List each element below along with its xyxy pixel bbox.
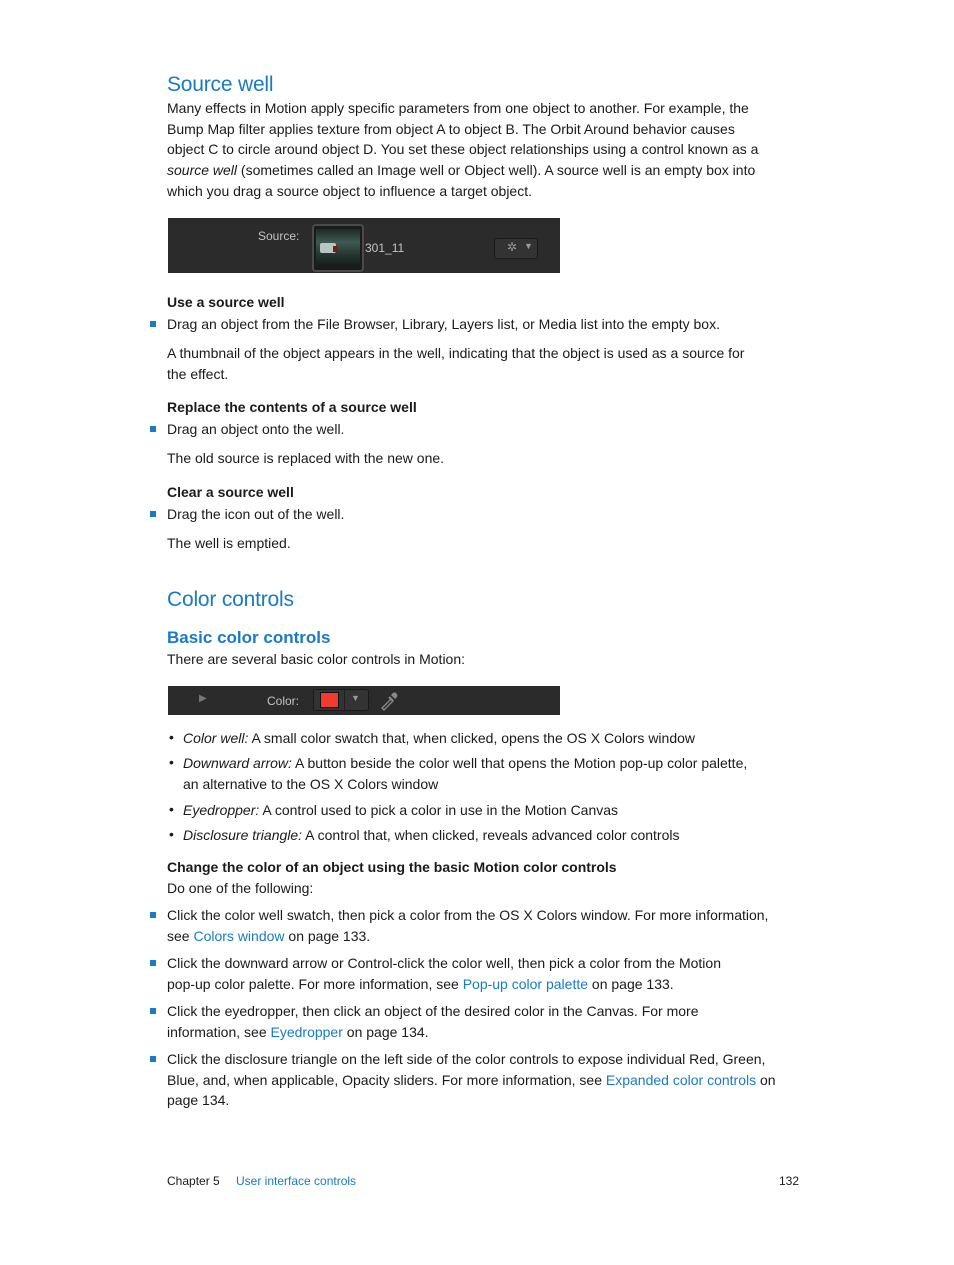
step-line: Click the color well swatch, then pick a…	[167, 907, 769, 923]
task-result: The old source is replaced with the new …	[167, 450, 445, 466]
step-text: on page 133.	[588, 975, 674, 992]
step-item: Click the disclosure triangle on the lef…	[167, 1049, 807, 1111]
intro-line: Bump Map filter applies texture from obj…	[167, 120, 735, 137]
bullet-square-icon	[150, 1008, 156, 1014]
task-result: The well is emptied.	[167, 535, 291, 551]
step-item: Click the downward arrow or Control-clic…	[167, 953, 807, 994]
step-item: Click the eyedropper, then click an obje…	[167, 1001, 807, 1042]
source-name: 301_11	[365, 241, 405, 255]
definition-term: Downward arrow:	[183, 755, 292, 771]
task-intro: Do one of the following:	[167, 880, 314, 896]
bullet-dot-icon: •	[169, 729, 174, 745]
step-text: on page 134.	[342, 1023, 429, 1040]
bullet-square-icon	[150, 960, 156, 966]
gear-icon: ✲	[507, 240, 518, 254]
definition-term: Color well:	[183, 730, 249, 746]
bullet-square-icon	[150, 912, 156, 918]
result-line: A thumbnail of the object appears in the…	[167, 345, 745, 361]
step-line: Blue, and, when applicable, Opacity slid…	[167, 1070, 807, 1091]
color-well-control: ▼	[313, 689, 369, 711]
task-heading: Replace the contents of a source well	[167, 399, 417, 415]
step-line: Click the eyedropper, then click an obje…	[167, 1003, 699, 1019]
task-result: A thumbnail of the object appears in the…	[167, 343, 807, 384]
definition-text: an alternative to the OS X Colors window	[183, 775, 439, 792]
step-text: on	[756, 1071, 776, 1088]
source-well[interactable]	[312, 224, 364, 272]
task-step: Drag an object onto the well.	[167, 421, 345, 437]
task-heading: Change the color of an object using the …	[167, 859, 617, 875]
term-source-well: source well	[167, 162, 238, 179]
step-line: see Colors window on page 133.	[167, 926, 807, 947]
intro-line: which you drag a source object to influe…	[167, 182, 532, 199]
definition-item: Disclosure triangle: A control that, whe…	[183, 825, 823, 846]
bullet-square-icon	[150, 511, 156, 517]
bullet-square-icon	[150, 321, 156, 327]
thumbnail-taillight	[333, 246, 337, 252]
definition-text: A button beside the color well that open…	[291, 755, 748, 771]
footer-chapter-link[interactable]: User interface controls	[236, 1174, 356, 1188]
intro-line: source well (sometimes called an Image w…	[167, 160, 807, 181]
step-line: Click the disclosure triangle on the lef…	[167, 1051, 766, 1067]
page-number: 132	[779, 1174, 800, 1188]
link-expanded-color-controls[interactable]: Expanded color controls	[606, 1072, 756, 1088]
step-text: see	[167, 927, 194, 944]
source-label: Source:	[258, 229, 300, 243]
source-well-panel: Source: 301_11 ✲ ▼	[168, 218, 560, 273]
step-text: information, see	[167, 1023, 271, 1040]
step-text: Blue, and, when applicable, Opacity slid…	[167, 1071, 606, 1088]
task-step: Drag an object from the File Browser, Li…	[167, 316, 720, 332]
triangle-down-icon: ▼	[524, 241, 533, 251]
bullet-dot-icon: •	[169, 826, 174, 842]
link-colors-window[interactable]: Colors window	[193, 928, 284, 944]
step-line: Click the downward arrow or Control-clic…	[167, 955, 721, 971]
result-line: the effect.	[167, 365, 229, 382]
bullet-dot-icon: •	[169, 801, 174, 817]
divider	[344, 690, 345, 710]
intro-line: object C to circle around object D. You …	[167, 141, 759, 158]
subsection-title-basic-color-controls: Basic color controls	[167, 628, 331, 647]
color-controls-panel: ▶ Color: ▼	[168, 686, 560, 715]
task-heading: Clear a source well	[167, 484, 294, 500]
definition-item: Eyedropper: A control used to pick a col…	[183, 800, 823, 821]
definition-item: Downward arrow: A button beside the colo…	[183, 753, 803, 794]
definition-term: Eyedropper:	[183, 802, 260, 818]
color-label: Color:	[267, 694, 300, 708]
definition-text: A control that, when clicked, reveals ad…	[302, 827, 680, 843]
eyedropper-icon[interactable]	[378, 690, 400, 712]
source-thumbnail[interactable]	[316, 229, 360, 266]
step-text: on page 133.	[284, 927, 371, 944]
definition-text: A small color swatch that, when clicked,…	[248, 730, 696, 746]
footer-chapter: Chapter 5	[167, 1174, 220, 1188]
color-controls-intro: There are several basic color controls i…	[167, 651, 466, 667]
gear-menu-button[interactable]: ✲ ▼	[494, 238, 538, 259]
link-pop-up-color-palette[interactable]: Pop-up color palette	[463, 976, 588, 992]
step-line: pop-up color palette. For more informati…	[167, 974, 807, 995]
intro-text: (sometimes called an Image well or Objec…	[237, 162, 756, 179]
bullet-square-icon	[150, 1056, 156, 1062]
bullet-square-icon	[150, 426, 156, 432]
definition-term: Disclosure triangle:	[183, 827, 303, 843]
section-title-source-well: Source well	[167, 73, 274, 96]
downward-arrow-button[interactable]: ▼	[351, 693, 360, 703]
task-heading: Use a source well	[167, 294, 285, 310]
intro-line: Many effects in Motion apply specific pa…	[167, 100, 749, 116]
step-text: pop-up color palette. For more informati…	[167, 975, 463, 992]
section-title-color-controls: Color controls	[167, 588, 294, 611]
color-well-swatch[interactable]	[320, 692, 339, 708]
source-well-intro: Many effects in Motion apply specific pa…	[167, 98, 807, 202]
bullet-dot-icon: •	[169, 754, 174, 770]
step-item: Click the color well swatch, then pick a…	[167, 905, 807, 946]
task-step: Drag the icon out of the well.	[167, 506, 345, 522]
disclosure-triangle-icon[interactable]: ▶	[199, 693, 207, 704]
definition-text: A control used to pick a color in use in…	[259, 802, 619, 818]
link-eyedropper[interactable]: Eyedropper	[271, 1024, 343, 1040]
step-line: page 134.	[167, 1092, 230, 1109]
step-line: information, see Eyedropper on page 134.	[167, 1022, 807, 1043]
definition-item: Color well: A small color swatch that, w…	[183, 728, 823, 749]
